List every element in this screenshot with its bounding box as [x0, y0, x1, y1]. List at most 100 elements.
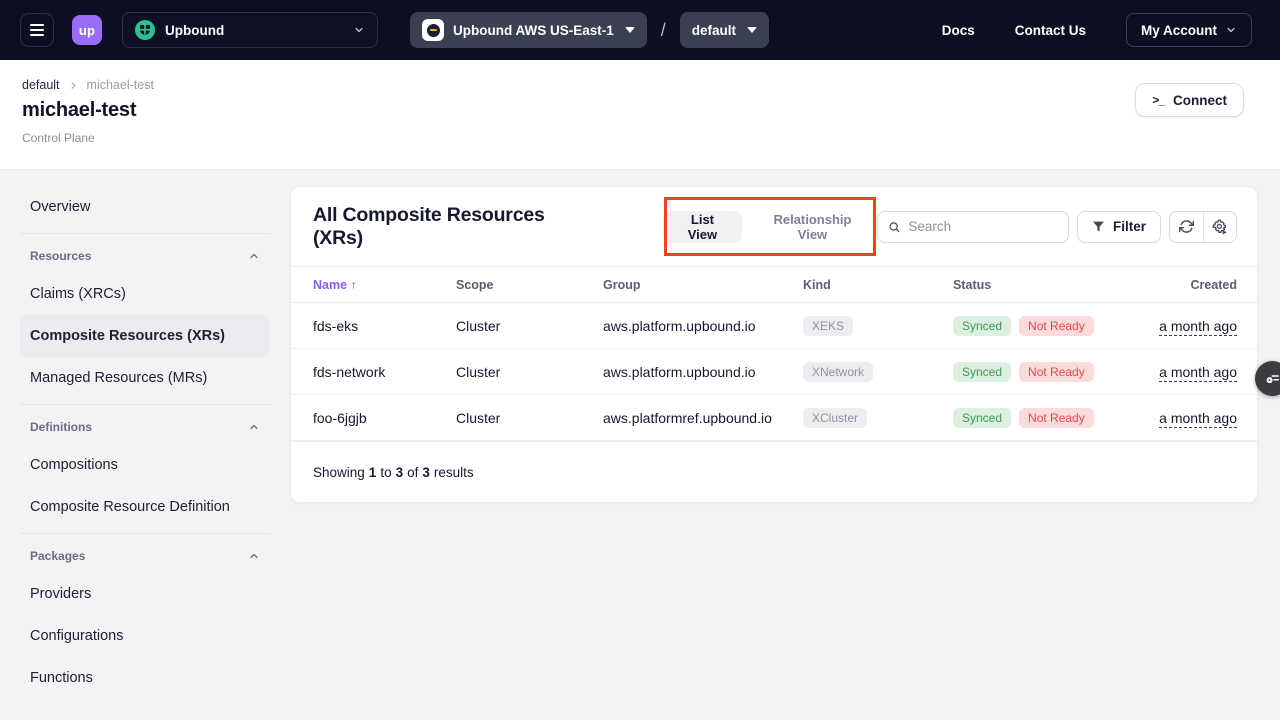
sidebar-item-claims-xrcs[interactable]: Claims (XRCs): [20, 273, 270, 315]
status-badge-not-ready: Not Ready: [1019, 362, 1094, 382]
status-badge-synced: Synced: [953, 408, 1011, 428]
sidebar-item-overview[interactable]: Overview: [20, 186, 270, 228]
toolbar: Filter: [877, 211, 1237, 243]
content-area: Overview Resources Claims (XRCs) Composi…: [0, 170, 1280, 699]
card-title: All Composite Resources (XRs): [313, 204, 581, 250]
connect-button[interactable]: >_ Connect: [1135, 83, 1244, 117]
column-header-status[interactable]: Status: [953, 278, 1138, 292]
results-from: 1: [369, 465, 377, 480]
space-selector[interactable]: Upbound AWS US-East-1: [410, 12, 647, 48]
cell-scope: Cluster: [456, 364, 603, 380]
kind-badge: XNetwork: [803, 362, 873, 382]
sidebar-divider: [20, 404, 270, 405]
created-timestamp: a month ago: [1159, 364, 1237, 382]
status-badge-synced: Synced: [953, 316, 1011, 336]
refresh-button[interactable]: [1170, 212, 1203, 242]
connect-button-label: Connect: [1173, 93, 1227, 108]
cell-group: aws.platform.upbound.io: [603, 364, 803, 380]
status-badge-not-ready: Not Ready: [1019, 408, 1094, 428]
column-header-name[interactable]: Name ↑: [313, 278, 456, 292]
sidebar-section-resources[interactable]: Resources: [20, 239, 270, 273]
filter-funnel-icon: [1092, 220, 1105, 233]
filter-button[interactable]: Filter: [1077, 211, 1161, 243]
breadcrumb-current: michael-test: [87, 78, 154, 92]
sidebar: Overview Resources Claims (XRCs) Composi…: [20, 186, 270, 699]
table-actions: [1169, 211, 1237, 243]
top-navbar: up Upbound Upbound AWS US-East-1 / defau…: [0, 0, 1280, 60]
page-header: default michael-test michael-test Contro…: [0, 60, 1280, 170]
kind-badge: XCluster: [803, 408, 867, 428]
sidebar-divider: [20, 533, 270, 534]
sidebar-section-definitions[interactable]: Definitions: [20, 410, 270, 444]
space-icon: [422, 19, 444, 41]
column-header-scope[interactable]: Scope: [456, 278, 603, 292]
relationship-view-tab[interactable]: Relationship View: [748, 211, 877, 243]
list-view-tab[interactable]: List View: [663, 211, 742, 243]
auto-run-button[interactable]: [1203, 212, 1236, 242]
results-to: 3: [396, 465, 404, 480]
docs-link[interactable]: Docs: [942, 23, 975, 38]
hamburger-menu-button[interactable]: [20, 13, 54, 47]
filter-button-label: Filter: [1113, 219, 1146, 234]
sidebar-section-label: Packages: [30, 549, 85, 563]
sidebar-item-managed-resources-mrs[interactable]: Managed Resources (MRs): [20, 357, 270, 399]
kind-badge: XEKS: [803, 316, 853, 336]
caret-down-icon: [625, 27, 635, 33]
sidebar-section-label: Definitions: [30, 420, 92, 434]
sidebar-item-compositions[interactable]: Compositions: [20, 444, 270, 486]
sidebar-item-configurations[interactable]: Configurations: [20, 615, 270, 657]
announcement-icon: [1264, 370, 1280, 388]
breadcrumb-parent[interactable]: default: [22, 78, 60, 92]
view-toggle: List View Relationship View: [663, 211, 877, 243]
cell-name[interactable]: fds-network: [313, 364, 456, 380]
caret-down-icon: [747, 27, 757, 33]
search-input[interactable]: [908, 219, 1058, 234]
chevron-up-icon: [248, 550, 260, 562]
page-subtitle: Control Plane: [22, 131, 154, 145]
my-account-label: My Account: [1141, 23, 1217, 38]
breadcrumb: default michael-test: [22, 78, 154, 92]
chevron-down-icon: [353, 24, 365, 36]
gear-play-icon: [1212, 219, 1228, 235]
hamburger-icon: [30, 24, 44, 26]
sidebar-section-label: Resources: [30, 249, 91, 263]
table-row[interactable]: fds-eks Cluster aws.platform.upbound.io …: [291, 303, 1257, 349]
cell-group: aws.platform.upbound.io: [603, 318, 803, 334]
group-selector[interactable]: default: [680, 12, 769, 48]
refresh-icon: [1179, 219, 1194, 234]
page-title: michael-test: [22, 99, 154, 122]
sidebar-item-composite-resources-xrs[interactable]: Composite Resources (XRs): [20, 315, 270, 357]
upbound-org-icon: [135, 20, 155, 40]
org-selector-label: Upbound: [165, 23, 224, 38]
column-header-created[interactable]: Created: [1138, 278, 1237, 292]
column-header-group[interactable]: Group: [603, 278, 803, 292]
results-total: 3: [422, 465, 430, 480]
cell-name[interactable]: fds-eks: [313, 318, 456, 334]
created-timestamp: a month ago: [1159, 318, 1237, 336]
created-timestamp: a month ago: [1159, 410, 1237, 428]
chevron-up-icon: [248, 421, 260, 433]
chevron-down-icon: [1225, 24, 1237, 36]
terminal-icon: >_: [1152, 93, 1164, 107]
table-row[interactable]: fds-network Cluster aws.platform.upbound…: [291, 349, 1257, 395]
chevron-right-icon: [68, 80, 79, 91]
breadcrumb-slash: /: [661, 20, 666, 41]
cell-scope: Cluster: [456, 318, 603, 334]
sidebar-item-composite-resource-definition[interactable]: Composite Resource Definition: [20, 486, 270, 528]
org-selector[interactable]: Upbound: [122, 12, 378, 48]
sidebar-divider: [20, 233, 270, 234]
my-account-button[interactable]: My Account: [1126, 13, 1252, 47]
table-row[interactable]: foo-6jgjb Cluster aws.platformref.upboun…: [291, 395, 1257, 441]
space-selector-label: Upbound AWS US-East-1: [453, 23, 614, 38]
sidebar-item-functions[interactable]: Functions: [20, 657, 270, 699]
sidebar-section-packages[interactable]: Packages: [20, 539, 270, 573]
contact-us-link[interactable]: Contact Us: [1015, 23, 1086, 38]
column-header-kind[interactable]: Kind: [803, 278, 953, 292]
card-header: All Composite Resources (XRs) List View …: [291, 187, 1257, 266]
status-badge-synced: Synced: [953, 362, 1011, 382]
upbound-logo[interactable]: up: [72, 15, 102, 45]
sidebar-item-providers[interactable]: Providers: [20, 573, 270, 615]
group-selector-label: default: [692, 23, 736, 38]
search-box: [877, 211, 1069, 243]
cell-name[interactable]: foo-6jgjb: [313, 410, 456, 426]
